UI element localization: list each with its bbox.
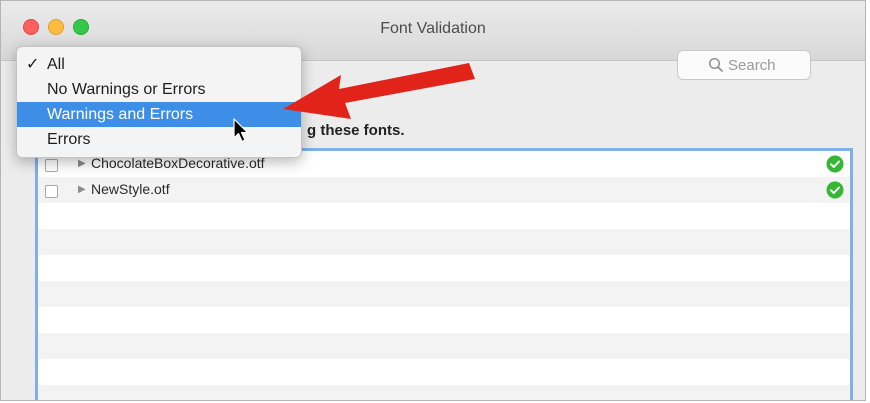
- menu-item-errors[interactable]: Errors: [17, 127, 301, 152]
- search-icon: [708, 57, 723, 72]
- menu-item-label: Errors: [47, 131, 91, 148]
- checkmark-icon: ✓: [26, 56, 40, 73]
- menu-item-no-warnings-or-errors[interactable]: No Warnings or Errors: [17, 77, 301, 102]
- menu-item-label: No Warnings or Errors: [47, 81, 206, 98]
- empty-row: [38, 281, 850, 307]
- empty-row: [38, 333, 850, 359]
- font-checkbox[interactable]: [45, 159, 58, 172]
- menu-item-label: Warnings and Errors: [47, 106, 194, 123]
- checkmark-circle-icon: [826, 181, 844, 199]
- search-field[interactable]: Search: [677, 50, 811, 80]
- font-name: NewStyle.otf: [91, 181, 170, 197]
- font-list[interactable]: ▶ ChocolateBoxDecorative.otf ▶ NewStyle.…: [35, 148, 853, 400]
- empty-row: [38, 385, 850, 400]
- empty-row: [38, 359, 850, 385]
- annotation-arrow-icon: [283, 63, 475, 119]
- menu-item-label: All: [47, 56, 65, 73]
- menu-item-warnings-and-errors[interactable]: Warnings and Errors: [17, 102, 301, 127]
- disclosure-triangle-icon[interactable]: ▶: [78, 184, 86, 195]
- font-checkbox[interactable]: [45, 185, 58, 198]
- window-title: Font Validation: [380, 20, 486, 37]
- mouse-pointer-icon: [233, 118, 249, 143]
- font-validation-window: Font Validation Search g these fonts. ▶ …: [0, 0, 866, 401]
- filter-dropdown-menu[interactable]: ✓ All No Warnings or Errors Warnings and…: [16, 46, 302, 158]
- search-placeholder: Search: [728, 57, 776, 74]
- disclosure-triangle-icon[interactable]: ▶: [78, 158, 86, 169]
- empty-row: [38, 229, 850, 255]
- empty-row: [38, 203, 850, 229]
- empty-row: [38, 307, 850, 333]
- empty-row: [38, 255, 850, 281]
- checkmark-circle-icon: [826, 155, 844, 173]
- list-item[interactable]: ▶ NewStyle.otf: [38, 177, 850, 203]
- menu-item-all[interactable]: ✓ All: [17, 52, 301, 77]
